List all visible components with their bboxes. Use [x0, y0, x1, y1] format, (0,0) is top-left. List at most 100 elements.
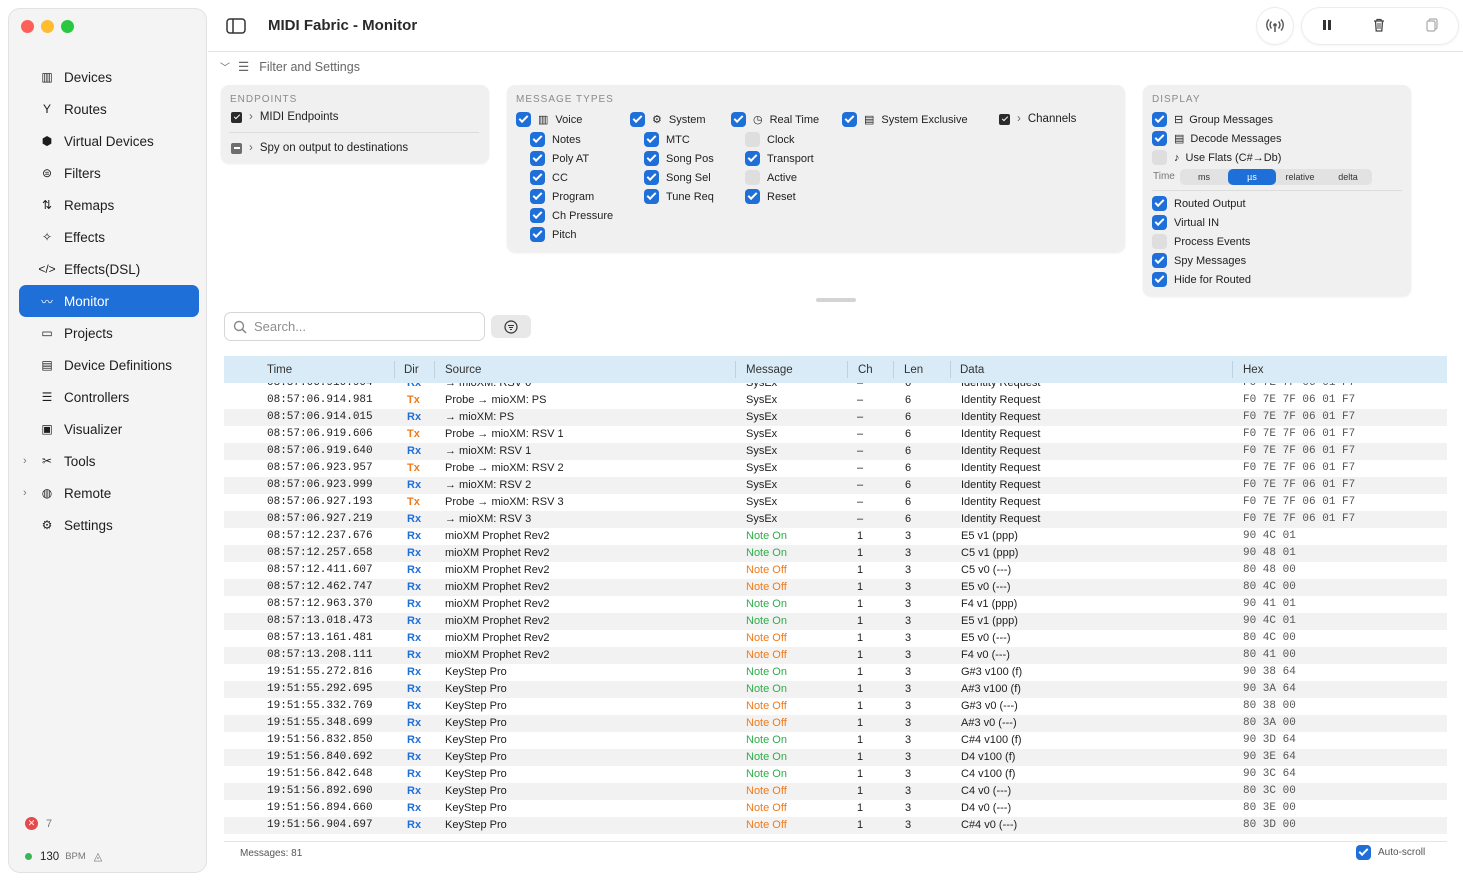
auto-scroll-checkbox[interactable]: Auto-scroll — [1356, 845, 1425, 860]
song-pos-checkbox[interactable]: Song Pos — [644, 151, 714, 166]
minimize-window-button[interactable] — [41, 20, 54, 33]
spy-messages-checkbox[interactable]: Spy Messages — [1152, 253, 1246, 268]
virtual-in-checkbox[interactable]: Virtual IN — [1152, 215, 1219, 230]
resize-handle[interactable] — [816, 298, 856, 302]
voice-checkbox[interactable]: ▥ Voice — [516, 112, 582, 127]
search-field[interactable]: Search... — [224, 312, 485, 341]
sidebar-item-filters[interactable]: ⊜ Filters — [19, 157, 199, 189]
sidebar-item-virtual-devices[interactable]: ⬢ Virtual Devices — [19, 125, 199, 157]
sidebar-item-projects[interactable]: ▭ Projects — [19, 317, 199, 349]
table-row[interactable]: 19:51:56.894.660 Rx KeyStep Pro Note Off 1 3 D… — [224, 800, 1447, 817]
chevron-right-icon[interactable]: › — [23, 455, 27, 467]
table-row[interactable]: 08:57:06.919.640 Rx → mioXM: RSV 1 SysEx – 6 I… — [224, 443, 1447, 460]
chevron-right-icon[interactable]: › — [23, 487, 27, 499]
table-row[interactable]: 08:57:13.161.481 Rx mioXM Prophet Rev2 Note… — [224, 630, 1447, 647]
table-row[interactable]: 19:51:56.904.697 Rx KeyStep Pro Note Off 1 3 C… — [224, 817, 1447, 834]
metronome-icon[interactable]: ◬ — [94, 850, 102, 863]
table-row[interactable]: 08:57:13.018.473 Rx mioXM Prophet Rev2 Note… — [224, 613, 1447, 630]
column-message[interactable]: Message — [746, 364, 793, 376]
filter-settings-toggle[interactable]: ﹀ ☰ Filter and Settings — [220, 59, 360, 75]
table-row[interactable]: 08:57:06.923.999 Rx → mioXM: RSV 2 SysEx – 6 I… — [224, 477, 1447, 494]
table-row[interactable]: 19:51:55.332.769 Rx KeyStep Pro Note Off 1 3 G… — [224, 698, 1447, 715]
notes-checkbox[interactable]: Notes — [530, 132, 581, 147]
sidebar-item-devices[interactable]: ▥ Devices — [19, 61, 199, 93]
hide-routed-checkbox[interactable]: Hide for Routed — [1152, 272, 1251, 287]
table-row[interactable]: 08:57:06.923.957 Tx Probe → mioXM: RSV 2 Sy… — [224, 460, 1447, 477]
column-len[interactable]: Len — [904, 364, 923, 376]
table-row[interactable]: 19:51:55.292.695 Rx KeyStep Pro Note On 1 3 A#… — [224, 681, 1447, 698]
filter-button[interactable] — [491, 315, 531, 338]
column-data[interactable]: Data — [960, 364, 984, 376]
routed-output-checkbox[interactable]: Routed Output — [1152, 196, 1246, 211]
pause-button[interactable] — [1320, 18, 1334, 35]
decode-messages-checkbox[interactable]: ▤ Decode Messages — [1152, 131, 1282, 146]
table-row[interactable]: 19:51:56.840.692 Rx KeyStep Pro Note On 1 3 D4… — [224, 749, 1447, 766]
process-events-checkbox[interactable]: Process Events — [1152, 234, 1250, 249]
table-row[interactable]: 08:57:12.963.370 Rx mioXM Prophet Rev2 Note… — [224, 596, 1447, 613]
program-checkbox[interactable]: Program — [530, 189, 594, 204]
clock-checkbox[interactable]: Clock — [745, 132, 795, 147]
table-row[interactable]: 08:57:06.927.219 Rx → mioXM: RSV 3 SysEx – 6 I… — [224, 511, 1447, 528]
copy-button[interactable] — [1424, 17, 1440, 36]
sysex-checkbox[interactable]: ▤ System Exclusive — [842, 112, 968, 127]
table-row[interactable]: 08:57:12.237.676 Rx mioXM Prophet Rev2 Note… — [224, 528, 1447, 545]
use-flats-checkbox[interactable]: ♪ Use Flats (C#→Db) — [1152, 150, 1281, 165]
table-row[interactable]: 08:57:06.919.606 Tx Probe → mioXM: RSV 1 Sy… — [224, 426, 1447, 443]
tune-req-checkbox[interactable]: Tune Req — [644, 189, 714, 204]
column-time[interactable]: Time — [267, 364, 292, 376]
broadcast-button[interactable] — [1257, 8, 1293, 44]
sidebar-toggle-button[interactable] — [220, 12, 252, 40]
mtc-checkbox[interactable]: MTC — [644, 132, 690, 147]
table-row[interactable]: 19:51:56.832.850 Rx KeyStep Pro Note On 1 3 C#… — [224, 732, 1447, 749]
error-indicator[interactable]: ✕ 7 — [25, 817, 52, 830]
table-row[interactable]: 19:51:56.842.648 Rx KeyStep Pro Note On 1 3 C4… — [224, 766, 1447, 783]
table-row[interactable]: 19:51:55.272.816 Rx KeyStep Pro Note On 1 3 G#… — [224, 664, 1447, 681]
realtime-checkbox[interactable]: ◷ Real Time — [731, 112, 819, 127]
system-checkbox[interactable]: ⚙ System — [630, 112, 706, 127]
time-relative-option[interactable]: relative — [1276, 169, 1324, 185]
table-row[interactable]: 08:57:12.462.747 Rx mioXM Prophet Rev2 Note… — [224, 579, 1447, 596]
table-row[interactable]: 08:57:13.208.111 Rx mioXM Prophet Rev2 Note… — [224, 647, 1447, 664]
zoom-window-button[interactable] — [61, 20, 74, 33]
sidebar-item-tools[interactable]: › ✂ Tools — [19, 445, 199, 477]
sidebar-item-effects[interactable]: ✧ Effects — [19, 221, 199, 253]
sidebar-item-settings[interactable]: ⚙ Settings — [19, 509, 199, 541]
group-messages-checkbox[interactable]: ⊟ Group Messages — [1152, 112, 1273, 127]
sidebar-item-effects-dsl[interactable]: </> Effects(DSL) — [19, 253, 199, 285]
ch-pressure-checkbox[interactable]: Ch Pressure — [530, 208, 613, 223]
clear-button[interactable] — [1371, 17, 1387, 36]
table-row[interactable]: 19:51:55.348.699 Rx KeyStep Pro Note Off 1 3 A… — [224, 715, 1447, 732]
sidebar-item-controllers[interactable]: ☰ Controllers — [19, 381, 199, 413]
midi-endpoints-toggle[interactable]: › MIDI Endpoints — [231, 111, 338, 123]
table-row[interactable]: 08:57:06.910.904 Rx → mioXM: RSV 0 SysEx – 6 I… — [224, 383, 1447, 392]
transport-checkbox[interactable]: Transport — [745, 151, 814, 166]
column-ch[interactable]: Ch — [858, 364, 873, 376]
cc-checkbox[interactable]: CC — [530, 170, 568, 185]
table-row[interactable]: 08:57:12.257.658 Rx mioXM Prophet Rev2 Note… — [224, 545, 1447, 562]
search-input[interactable]: Search... — [254, 319, 306, 334]
close-window-button[interactable] — [21, 20, 34, 33]
sidebar-item-remaps[interactable]: ⇅ Remaps — [19, 189, 199, 221]
sidebar-item-monitor[interactable]: 〰 Monitor — [19, 285, 199, 317]
reset-checkbox[interactable]: Reset — [745, 189, 796, 204]
column-hex[interactable]: Hex — [1243, 364, 1263, 376]
time-us-option[interactable]: µs — [1228, 169, 1276, 185]
channels-toggle[interactable]: › Channels — [999, 113, 1076, 125]
song-sel-checkbox[interactable]: Song Sel — [644, 170, 711, 185]
table-row[interactable]: 08:57:06.914.981 Tx Probe → mioXM: PS SysEx… — [224, 392, 1447, 409]
column-source[interactable]: Source — [445, 364, 481, 376]
time-ms-option[interactable]: ms — [1180, 169, 1228, 185]
table-row[interactable]: 08:57:06.914.015 Rx → mioXM: PS SysEx – 6 Iden… — [224, 409, 1447, 426]
sidebar-item-routes[interactable]: Y Routes — [19, 93, 199, 125]
sidebar-item-remote[interactable]: › ◍ Remote — [19, 477, 199, 509]
active-checkbox[interactable]: Active — [745, 170, 797, 185]
sidebar-item-device-definitions[interactable]: ▤ Device Definitions — [19, 349, 199, 381]
table-row[interactable]: 19:51:56.892.690 Rx KeyStep Pro Note Off 1 3 C… — [224, 783, 1447, 800]
table-row[interactable]: 08:57:12.411.607 Rx mioXM Prophet Rev2 Note… — [224, 562, 1447, 579]
time-delta-option[interactable]: delta — [1324, 169, 1372, 185]
sidebar-item-visualizer[interactable]: ▣ Visualizer — [19, 413, 199, 445]
poly-at-checkbox[interactable]: Poly AT — [530, 151, 589, 166]
table-row[interactable]: 08:57:06.927.193 Tx Probe → mioXM: RSV 3 Sy… — [224, 494, 1447, 511]
pitch-checkbox[interactable]: Pitch — [530, 227, 576, 242]
spy-output-toggle[interactable]: › Spy on output to destinations — [231, 142, 408, 154]
